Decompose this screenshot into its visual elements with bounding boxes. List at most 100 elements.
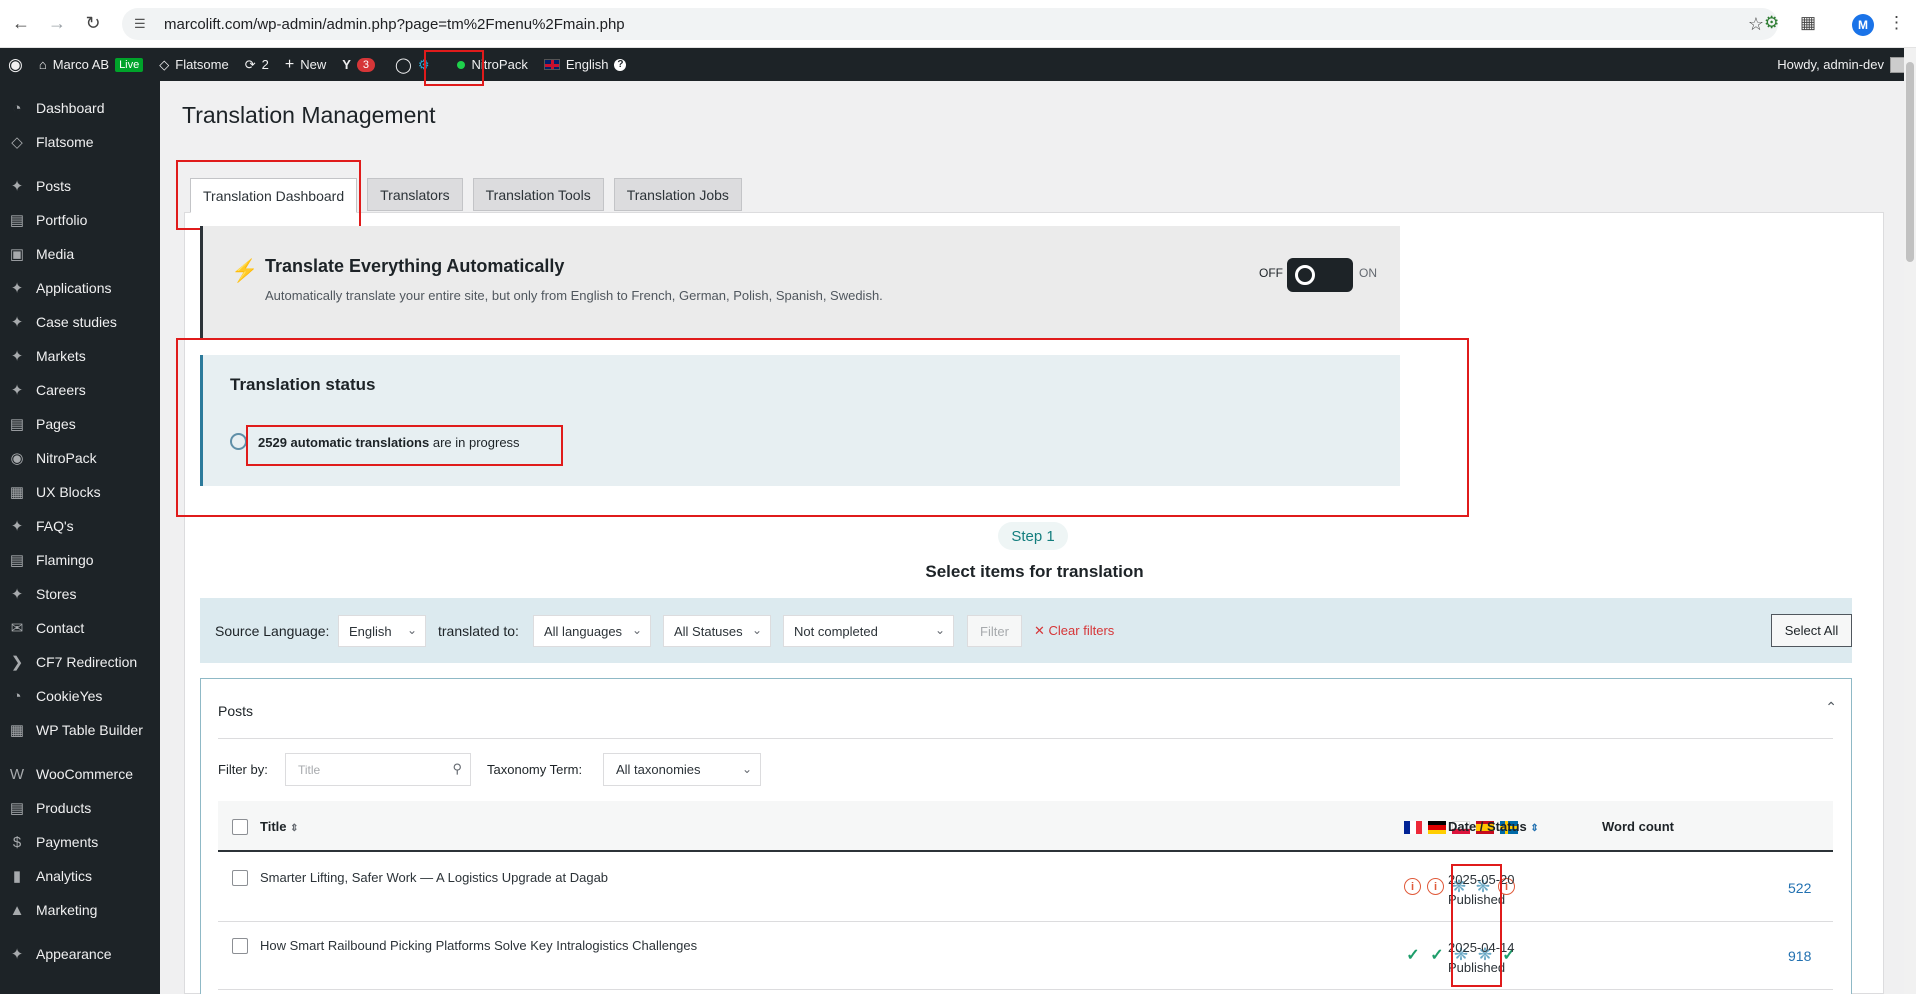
complete-check-icon[interactable]: ✓	[1428, 946, 1446, 964]
translate-everything-toggle[interactable]	[1287, 258, 1353, 292]
sidebar-item-appearance[interactable]: ✦ Appearance	[0, 937, 160, 971]
wordpress-logo-icon[interactable]: ◉	[0, 48, 31, 81]
sidebar-item-case-studies[interactable]: ✦ Case studies	[0, 305, 160, 339]
table-header: Title ⇕ Date / Status ⇕ Word count	[218, 801, 1833, 852]
pin-icon: ✦	[10, 586, 24, 603]
toggle-on-label: ON	[1359, 266, 1377, 280]
home-icon: ⌂	[38, 57, 47, 72]
sidebar-item-careers[interactable]: ✦ Careers	[0, 373, 160, 407]
pin-icon: ✦	[10, 314, 24, 331]
highlight-dashboard-tab	[176, 160, 361, 230]
post-title[interactable]: How Smart Railbound Picking Platforms So…	[260, 938, 697, 953]
language-switcher[interactable]: English ?	[536, 48, 635, 81]
forward-icon[interactable]: →	[42, 9, 72, 39]
lightning-icon: ⚡	[231, 258, 259, 283]
complete-check-icon[interactable]: ✓	[1404, 946, 1422, 964]
completion-select[interactable]: Not completed ⌄	[783, 615, 954, 647]
profile-avatar[interactable]: M	[1852, 14, 1874, 36]
reload-icon[interactable]: ↻	[78, 9, 108, 39]
select-items-heading: Select items for translation	[925, 562, 1144, 581]
source-language-value: English	[349, 623, 392, 639]
status-value: All Statuses	[674, 623, 743, 639]
sidebar-item-label: Stores	[36, 586, 77, 602]
sidebar-item-products[interactable]: ▤ Products	[0, 791, 160, 825]
browser-menu-icon[interactable]: ⋮	[1888, 13, 1905, 33]
target-language-value: All languages	[544, 623, 623, 639]
word-count-link[interactable]: 522	[1788, 880, 1811, 896]
dashboard-icon: ◔	[12, 99, 22, 117]
french-flag-icon	[1404, 821, 1422, 834]
sidebar-item-nitropack[interactable]: ◉ NitroPack	[0, 441, 160, 475]
needs-update-icon[interactable]: i	[1404, 878, 1421, 895]
account-menu[interactable]: Howdy, admin-dev	[1777, 48, 1906, 81]
site-name-menu[interactable]: ⌂ Marco AB Live	[31, 48, 151, 81]
sidebar-item-label: Markets	[36, 348, 86, 364]
sidebar-item-cookieyes[interactable]: ◔ CookieYes	[0, 679, 160, 713]
sidebar-item-label: UX Blocks	[36, 484, 101, 500]
chevron-down-icon: ⌄	[741, 762, 752, 776]
sidebar-item-payments[interactable]: $ Payments	[0, 825, 160, 859]
sidebar-item-label: Contact	[36, 620, 85, 636]
row-checkbox[interactable]	[232, 870, 248, 886]
date-status-column-header[interactable]: Date / Status ⇕	[1448, 819, 1539, 834]
address-bar[interactable]: ☰ marcolift.com/wp-admin/admin.php?page=…	[122, 8, 1778, 40]
sidebar-item-wp-table-builder[interactable]: ▦ WP Table Builder	[0, 713, 160, 747]
row-checkbox[interactable]	[232, 938, 248, 954]
page-scrollbar[interactable]	[1904, 48, 1916, 994]
browser-toolbar: ← → ↻ ☰ marcolift.com/wp-admin/admin.php…	[0, 0, 1916, 48]
tab-translation-tools[interactable]: Translation Tools	[472, 178, 604, 211]
sidebar-item-contact[interactable]: ✉ Contact	[0, 611, 160, 645]
word-count-link[interactable]: 918	[1788, 948, 1811, 964]
site-info-icon[interactable]: ☰	[134, 16, 154, 32]
back-icon[interactable]: ←	[6, 9, 36, 39]
appearance-icon: ✦	[10, 946, 24, 963]
clear-filters-link[interactable]: ✕ Clear filters	[1034, 623, 1114, 639]
sidebar-item-marketing[interactable]: ▲ Marketing	[0, 893, 160, 927]
sidebar-item-markets[interactable]: ✦ Markets	[0, 339, 160, 373]
sidebar-item-pages[interactable]: ▤ Pages	[0, 407, 160, 441]
status-select[interactable]: All Statuses ⌄	[663, 615, 771, 647]
sidebar-item-stores[interactable]: ✦ Stores	[0, 577, 160, 611]
new-content-menu[interactable]: + New	[277, 48, 334, 81]
source-language-select[interactable]: English ⌄	[338, 615, 426, 647]
sidebar-item-applications[interactable]: ✦ Applications	[0, 271, 160, 305]
blocks-icon: ▦	[9, 484, 25, 501]
sidebar-item-label: WP Table Builder	[36, 722, 143, 738]
bookmark-star-icon[interactable]: ☆	[1748, 14, 1764, 35]
extensions-puzzle-icon[interactable]: ▦	[1800, 13, 1816, 33]
updates-menu[interactable]: ⟳ 2	[237, 48, 277, 81]
extension-icon[interactable]: ⚙	[1764, 13, 1779, 33]
sidebar-item-flatsome[interactable]: ◇ Flatsome	[0, 125, 160, 159]
yoast-menu[interactable]: Y 3	[334, 48, 383, 81]
tab-translators[interactable]: Translators	[367, 178, 463, 211]
target-language-select[interactable]: All languages ⌄	[533, 615, 651, 647]
sidebar-item-analytics[interactable]: ▮ Analytics	[0, 859, 160, 893]
menu-separator	[0, 747, 160, 757]
sidebar-item-woocommerce[interactable]: W WooCommerce	[0, 757, 160, 791]
post-title[interactable]: Smarter Lifting, Safer Work — A Logistic…	[260, 870, 608, 885]
sidebar-item-faq-s[interactable]: ✦ FAQ's	[0, 509, 160, 543]
sidebar-item-posts[interactable]: ✦ Posts	[0, 169, 160, 203]
sidebar-item-dashboard[interactable]: ◔ Dashboard	[0, 91, 160, 125]
select-all-button[interactable]: Select All	[1771, 614, 1852, 647]
filter-bar: Source Language: English ⌄ translated to…	[200, 598, 1852, 663]
theme-label: Flatsome	[175, 57, 229, 72]
needs-update-icon[interactable]: i	[1427, 878, 1444, 895]
select-all-checkbox[interactable]	[232, 819, 248, 835]
title-column-header[interactable]: Title ⇕	[260, 819, 299, 834]
taxonomy-select[interactable]: All taxonomies ⌄	[603, 753, 761, 786]
sidebar-item-label: FAQ's	[36, 518, 74, 534]
theme-menu[interactable]: ◇ Flatsome	[151, 48, 236, 81]
howdy-label: Howdy, admin-dev	[1777, 57, 1884, 72]
collapse-chevron-icon[interactable]: ⌃	[1825, 699, 1837, 716]
scrollbar-thumb[interactable]	[1906, 62, 1914, 262]
sidebar-item-media[interactable]: ▣ Media	[0, 237, 160, 271]
tab-translation-jobs[interactable]: Translation Jobs	[613, 178, 742, 211]
help-icon[interactable]: ?	[614, 58, 627, 71]
sidebar-item-portfolio[interactable]: ▤ Portfolio	[0, 203, 160, 237]
language-label: English	[565, 57, 609, 72]
sidebar-item-ux-blocks[interactable]: ▦ UX Blocks	[0, 475, 160, 509]
filter-button[interactable]: Filter	[967, 615, 1022, 647]
sidebar-item-cf7-redirection[interactable]: ❯ CF7 Redirection	[0, 645, 160, 679]
title-search-input[interactable]: Title ⚲	[285, 753, 471, 786]
